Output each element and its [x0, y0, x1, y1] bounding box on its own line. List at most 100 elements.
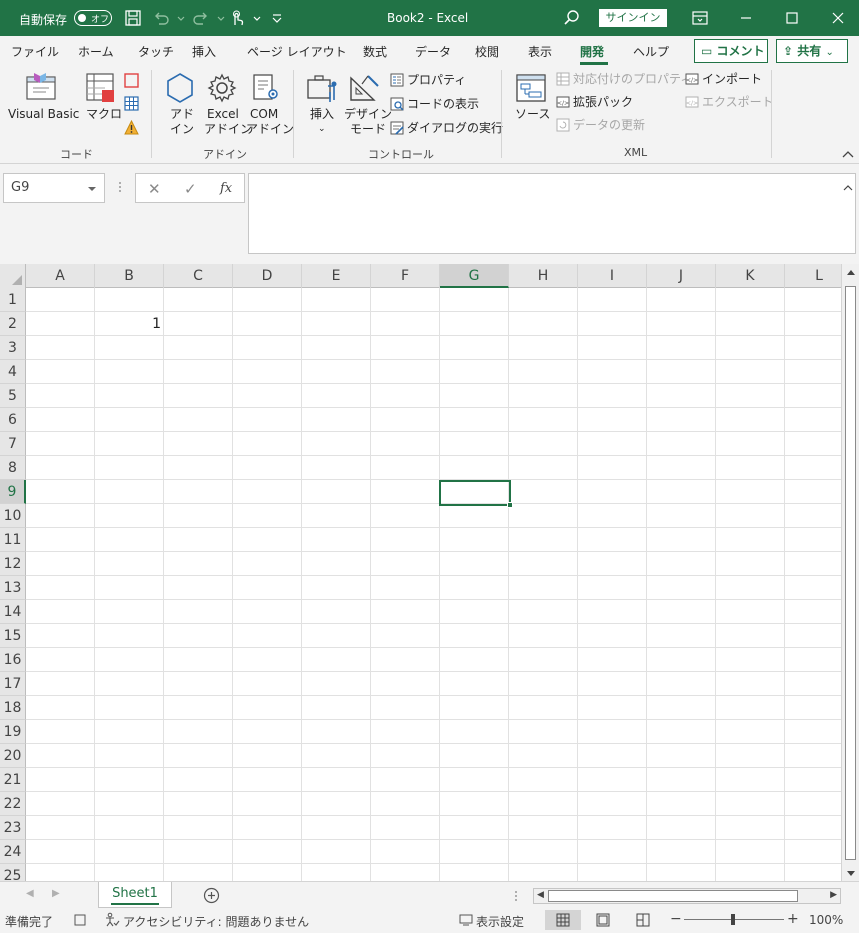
relative-reference-icon[interactable]	[124, 96, 139, 111]
prev-sheet-icon[interactable]: ◀	[26, 888, 34, 899]
zoom-level[interactable]: 100%	[809, 913, 843, 927]
signin-button[interactable]: サインイン	[599, 9, 667, 27]
design-mode-label-line1[interactable]: デザイン	[344, 107, 392, 122]
tab-home[interactable]: ホーム	[78, 43, 114, 60]
tab-file[interactable]: ファイル	[11, 43, 59, 60]
share-button[interactable]: ⇪ 共有 ⌄	[776, 39, 848, 63]
redo-dropdown-icon[interactable]	[212, 9, 225, 27]
next-sheet-icon[interactable]: ▶	[52, 888, 60, 899]
column-header-J[interactable]: J	[647, 264, 716, 288]
row-header-18[interactable]: 18	[0, 696, 26, 720]
macro-security-icon[interactable]	[124, 120, 139, 135]
row-header-4[interactable]: 4	[0, 360, 26, 384]
ribbon-display-options-icon[interactable]	[690, 8, 710, 28]
excel-addin-label-line1[interactable]: Excel	[207, 107, 239, 122]
xml-source-label[interactable]: ソース	[515, 107, 550, 122]
row-header-8[interactable]: 8	[0, 456, 26, 480]
zoom-in-icon[interactable]: +	[787, 911, 799, 927]
collapse-formula-bar-icon[interactable]	[843, 184, 853, 191]
row-header-15[interactable]: 15	[0, 624, 26, 648]
cancel-icon[interactable]: ✕	[148, 180, 161, 198]
row-header-12[interactable]: 12	[0, 552, 26, 576]
name-box[interactable]: G9	[3, 173, 105, 203]
zoom-out-icon[interactable]: −	[670, 911, 682, 927]
run-dialog-label[interactable]: ダイアログの実行	[407, 121, 503, 136]
column-header-K[interactable]: K	[716, 264, 785, 288]
com-addin-icon[interactable]	[250, 72, 282, 104]
row-header-22[interactable]: 22	[0, 792, 26, 816]
expansion-packs-icon[interactable]: </>	[556, 95, 570, 109]
tab-view[interactable]: 表示	[528, 43, 552, 60]
row-header-19[interactable]: 19	[0, 720, 26, 744]
active-cell-G9[interactable]	[439, 480, 513, 508]
vertical-scroll-thumb[interactable]	[845, 286, 856, 860]
undo-icon[interactable]	[152, 9, 170, 27]
formula-input[interactable]	[248, 173, 856, 254]
run-dialog-icon[interactable]	[390, 121, 404, 135]
accessibility-status[interactable]: アクセシビリティ: 問題ありません	[123, 913, 309, 930]
fill-handle[interactable]	[507, 502, 513, 508]
visual-basic-label[interactable]: Visual Basic	[8, 107, 79, 122]
row-header-1[interactable]: 1	[0, 288, 26, 312]
row-header-9[interactable]: 9	[0, 480, 26, 504]
row-header-3[interactable]: 3	[0, 336, 26, 360]
row-header-2[interactable]: 2	[0, 312, 26, 336]
design-mode-icon[interactable]	[348, 72, 380, 104]
row-header-13[interactable]: 13	[0, 576, 26, 600]
tab-insert[interactable]: 挿入	[192, 43, 216, 60]
scroll-left-icon[interactable]: ◀	[537, 890, 544, 900]
worksheet-grid[interactable]: ABCDEFGHIJKL 1 2 3 4 5 6 7 8 9 10 11 12 13 14 15 16 17 18…	[0, 264, 841, 881]
macro-label[interactable]: マクロ	[86, 107, 122, 122]
page-layout-view-button[interactable]	[585, 910, 621, 930]
scroll-down-icon[interactable]	[847, 871, 855, 876]
insert-function-icon[interactable]: fx	[220, 181, 232, 196]
record-macro-icon[interactable]	[124, 73, 139, 88]
import-icon[interactable]: </>	[685, 72, 699, 86]
display-settings-label[interactable]: 表示設定	[476, 913, 524, 930]
visual-basic-icon[interactable]	[24, 71, 58, 105]
row-header-17[interactable]: 17	[0, 672, 26, 696]
xml-source-icon[interactable]	[515, 72, 547, 104]
tab-help[interactable]: ヘルプ	[633, 43, 669, 60]
column-header-H[interactable]: H	[509, 264, 578, 288]
customize-qat-icon[interactable]	[268, 9, 286, 27]
addin-label-line1[interactable]: アド	[170, 107, 194, 122]
maximize-icon[interactable]	[782, 8, 802, 28]
close-icon[interactable]	[828, 8, 848, 28]
page-break-view-button[interactable]	[625, 910, 661, 930]
name-box-dropdown-icon[interactable]	[88, 187, 96, 191]
column-header-C[interactable]: C	[164, 264, 233, 288]
scroll-up-icon[interactable]	[847, 270, 855, 275]
properties-label[interactable]: プロパティ	[407, 73, 466, 88]
addin-icon[interactable]	[164, 72, 196, 104]
view-code-label[interactable]: コードの表示	[407, 97, 479, 112]
insert-control-icon[interactable]	[306, 72, 340, 104]
zoom-slider-thumb[interactable]	[731, 914, 735, 925]
macro-icon[interactable]	[85, 72, 117, 104]
column-header-D[interactable]: D	[233, 264, 302, 288]
tab-data[interactable]: データ	[415, 43, 451, 60]
com-addin-label-line1[interactable]: COM	[250, 107, 278, 122]
cell-B2[interactable]: 1	[96, 312, 164, 336]
com-addin-label-line2[interactable]: アドイン	[246, 122, 294, 137]
accessibility-icon[interactable]	[104, 912, 120, 928]
macro-record-status-icon[interactable]	[74, 914, 86, 926]
column-header-G[interactable]: G	[440, 264, 509, 288]
column-header-I[interactable]: I	[578, 264, 647, 288]
gear-icon[interactable]	[206, 72, 238, 104]
collapse-ribbon-icon[interactable]	[842, 150, 854, 158]
row-header-6[interactable]: 6	[0, 408, 26, 432]
tab-touch[interactable]: タッチ	[138, 43, 174, 60]
row-header-11[interactable]: 11	[0, 528, 26, 552]
vertical-scrollbar[interactable]	[841, 264, 859, 881]
tab-review[interactable]: 校閲	[475, 43, 499, 60]
row-header-14[interactable]: 14	[0, 600, 26, 624]
select-all-button[interactable]	[0, 264, 26, 288]
design-mode-label-line2[interactable]: モード	[350, 122, 386, 137]
row-header-10[interactable]: 10	[0, 504, 26, 528]
display-settings-icon[interactable]	[459, 913, 473, 927]
row-header-21[interactable]: 21	[0, 768, 26, 792]
touch-dropdown-icon[interactable]	[248, 9, 261, 27]
column-header-L[interactable]: L	[785, 264, 841, 288]
scroll-right-icon[interactable]: ▶	[830, 890, 837, 900]
